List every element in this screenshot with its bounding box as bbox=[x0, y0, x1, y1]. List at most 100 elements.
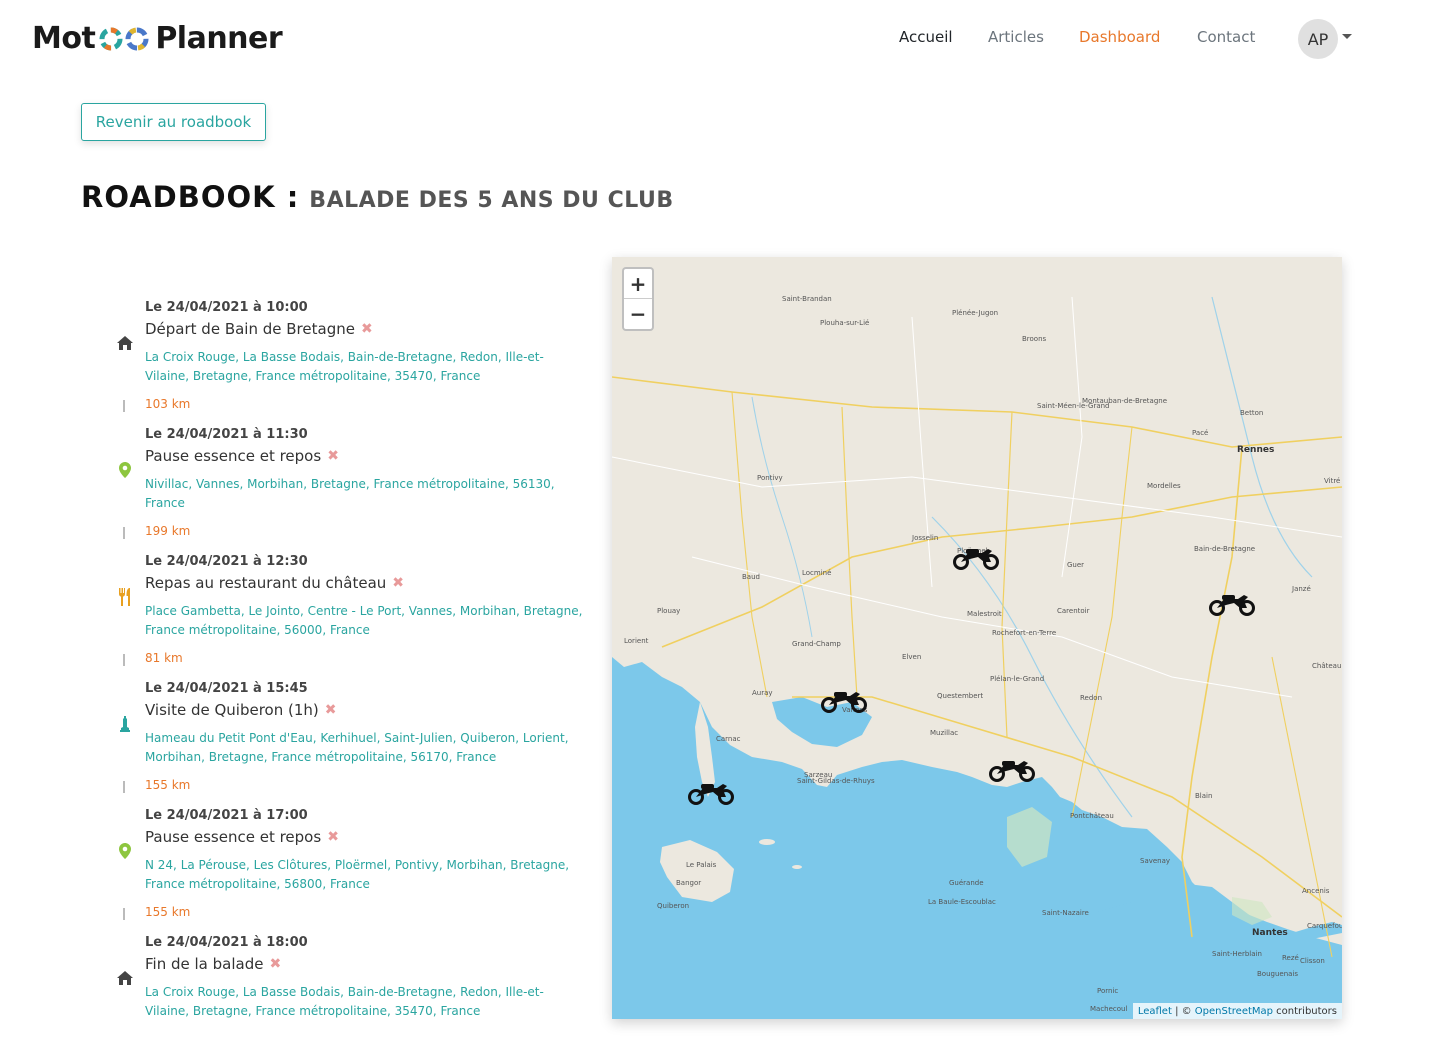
map-town-label: Carquefou bbox=[1307, 922, 1342, 930]
openstreetmap-link[interactable]: OpenStreetMap bbox=[1195, 1006, 1273, 1017]
wheels-logo-icon bbox=[97, 24, 153, 52]
roadbook-step: Le 24/04/2021 à 18:00 Fin de la balade ✖ … bbox=[110, 935, 590, 1025]
map-town-label: Blain bbox=[1195, 792, 1213, 800]
map-town-label: Questembert bbox=[937, 692, 984, 700]
route-map[interactable]: Rennes Nantes Saint-Brandan Plouha-sur-L… bbox=[612, 257, 1342, 1019]
step-name: Pause essence et repos ✖ bbox=[145, 828, 339, 846]
delete-step-icon[interactable]: ✖ bbox=[325, 702, 337, 718]
map-town-label: Clisson bbox=[1300, 957, 1325, 965]
motorcycle-marker-icon[interactable] bbox=[820, 685, 868, 713]
step-distance: 81 km bbox=[110, 651, 310, 669]
map-town-label: Plouay bbox=[657, 607, 681, 615]
step-name-text: Pause essence et repos bbox=[145, 828, 322, 846]
map-town-label: Machecoul bbox=[1090, 1005, 1128, 1013]
map-town-label: Carnac bbox=[716, 735, 741, 743]
home-icon bbox=[110, 328, 140, 358]
map-town-label: Quiberon bbox=[657, 902, 690, 910]
map-town-label: Broons bbox=[1022, 335, 1047, 343]
step-address: La Croix Rouge, La Basse Bodais, Bain-de… bbox=[145, 985, 544, 1018]
map-town-label: Locminé bbox=[802, 569, 832, 577]
delete-step-icon[interactable]: ✖ bbox=[361, 321, 373, 337]
timeline-connector bbox=[123, 400, 125, 412]
step-distance: 155 km bbox=[110, 778, 310, 796]
zoom-out-button[interactable]: − bbox=[624, 299, 652, 329]
map-town-label: Savenay bbox=[1140, 857, 1171, 865]
motorcycle-marker-icon[interactable] bbox=[952, 542, 1000, 570]
attribution-separator: | © bbox=[1171, 1005, 1195, 1017]
timeline-connector bbox=[123, 908, 125, 920]
motorcycle-marker-icon[interactable] bbox=[687, 777, 735, 805]
nav-dashboard[interactable]: Dashboard bbox=[1079, 28, 1160, 50]
nav-accueil[interactable]: Accueil bbox=[899, 28, 953, 50]
map-town-label: Guer bbox=[1067, 561, 1085, 569]
step-name-text: Pause essence et repos bbox=[145, 447, 322, 465]
map-town-label: Pontivy bbox=[757, 474, 783, 482]
map-town-label: Bain-de-Bretagne bbox=[1194, 545, 1256, 553]
step-distance: 103 km bbox=[110, 397, 310, 415]
map-town-label: Saint-Herblain bbox=[1212, 950, 1262, 958]
map-town-label: Châteaubriant bbox=[1312, 662, 1342, 670]
map-town-label: La Baule-Escoublac bbox=[928, 898, 996, 906]
step-name-text: Fin de la balade bbox=[145, 955, 264, 973]
map-town-label: Mordelles bbox=[1147, 482, 1181, 490]
map-attribution: Leaflet | © OpenStreetMap contributors bbox=[1132, 1003, 1342, 1019]
map-town-label: Saint-Méen-le-Grand bbox=[1037, 402, 1110, 410]
roadbook-step: Le 24/04/2021 à 10:00 Départ de Bain de … bbox=[110, 300, 590, 390]
step-name-text: Repas au restaurant du château bbox=[145, 574, 387, 592]
delete-step-icon[interactable]: ✖ bbox=[327, 829, 339, 845]
step-address: La Croix Rouge, La Basse Bodais, Bain-de… bbox=[145, 350, 544, 383]
map-town-label: Vitré bbox=[1324, 477, 1341, 485]
map-town-label: Auray bbox=[752, 689, 773, 697]
leaflet-link[interactable]: Leaflet bbox=[1138, 1006, 1172, 1017]
map-town-label: Le Palais bbox=[686, 861, 717, 869]
roadbook-step: Le 24/04/2021 à 11:30 Pause essence et r… bbox=[110, 427, 590, 517]
step-address: Nivillac, Vannes, Morbihan, Bretagne, Fr… bbox=[145, 477, 555, 510]
map-town-label: Pontchâteau bbox=[1070, 812, 1114, 820]
navbar: Mot Planner Accueil Articles Dashboard C… bbox=[0, 0, 1435, 78]
distance-text: 103 km bbox=[145, 397, 191, 411]
step-name: Pause essence et repos ✖ bbox=[145, 447, 339, 465]
page-title-sub: BALADE DES 5 ANS DU CLUB bbox=[309, 188, 674, 213]
roadbook-step: Le 24/04/2021 à 15:45 Visite de Quiberon… bbox=[110, 681, 590, 771]
delete-step-icon[interactable]: ✖ bbox=[269, 956, 281, 972]
timeline-connector bbox=[123, 781, 125, 793]
back-to-roadbook-button[interactable]: Revenir au roadbook bbox=[81, 103, 266, 141]
brand-text-right: Planner bbox=[155, 20, 283, 56]
map-pin-icon bbox=[110, 836, 140, 866]
map-town-label: Janzé bbox=[1292, 585, 1311, 593]
map-town-label: Pacé bbox=[1192, 429, 1209, 437]
map-town-label: Saint-Brandan bbox=[782, 295, 832, 303]
map-zoom-control: + − bbox=[622, 267, 654, 331]
map-town-label: Saint-Nazaire bbox=[1042, 909, 1089, 917]
chevron-down-icon[interactable] bbox=[1342, 34, 1352, 39]
user-avatar[interactable]: AP bbox=[1298, 19, 1338, 59]
map-town-label: Rochefort-en-Terre bbox=[992, 629, 1057, 637]
step-address: N 24, La Pérouse, Les Clôtures, Ploërmel… bbox=[145, 858, 570, 891]
step-date: Le 24/04/2021 à 12:30 bbox=[145, 554, 308, 569]
distance-text: 199 km bbox=[145, 524, 191, 538]
nav-contact[interactable]: Contact bbox=[1197, 28, 1255, 50]
step-name: Repas au restaurant du château ✖ bbox=[145, 574, 404, 592]
timeline-connector bbox=[123, 527, 125, 539]
delete-step-icon[interactable]: ✖ bbox=[392, 575, 404, 591]
map-town-label: Saint-Gildas-de-Rhuys bbox=[797, 777, 875, 785]
map-town-label: Malestroit bbox=[967, 610, 1002, 618]
step-name: Départ de Bain de Bretagne ✖ bbox=[145, 320, 373, 338]
map-town-label: Betton bbox=[1240, 409, 1264, 417]
map-city-label: Rennes bbox=[1237, 445, 1275, 455]
motorcycle-marker-icon[interactable] bbox=[1208, 588, 1256, 616]
step-name-text: Visite de Quiberon (1h) bbox=[145, 701, 319, 719]
home-icon bbox=[110, 963, 140, 993]
motorcycle-marker-icon[interactable] bbox=[988, 754, 1036, 782]
map-town-label: Carentoir bbox=[1057, 607, 1090, 615]
distance-text: 155 km bbox=[145, 778, 191, 792]
step-date: Le 24/04/2021 à 10:00 bbox=[145, 300, 308, 315]
delete-step-icon[interactable]: ✖ bbox=[327, 448, 339, 464]
brand-logo[interactable]: Mot Planner bbox=[32, 20, 283, 56]
map-town-label: Redon bbox=[1080, 694, 1103, 702]
page-title-main: ROADBOOK : bbox=[81, 180, 300, 214]
timeline-connector bbox=[123, 654, 125, 666]
map-town-label: Grand-Champ bbox=[792, 640, 841, 648]
zoom-in-button[interactable]: + bbox=[624, 269, 652, 299]
nav-articles[interactable]: Articles bbox=[988, 28, 1044, 50]
